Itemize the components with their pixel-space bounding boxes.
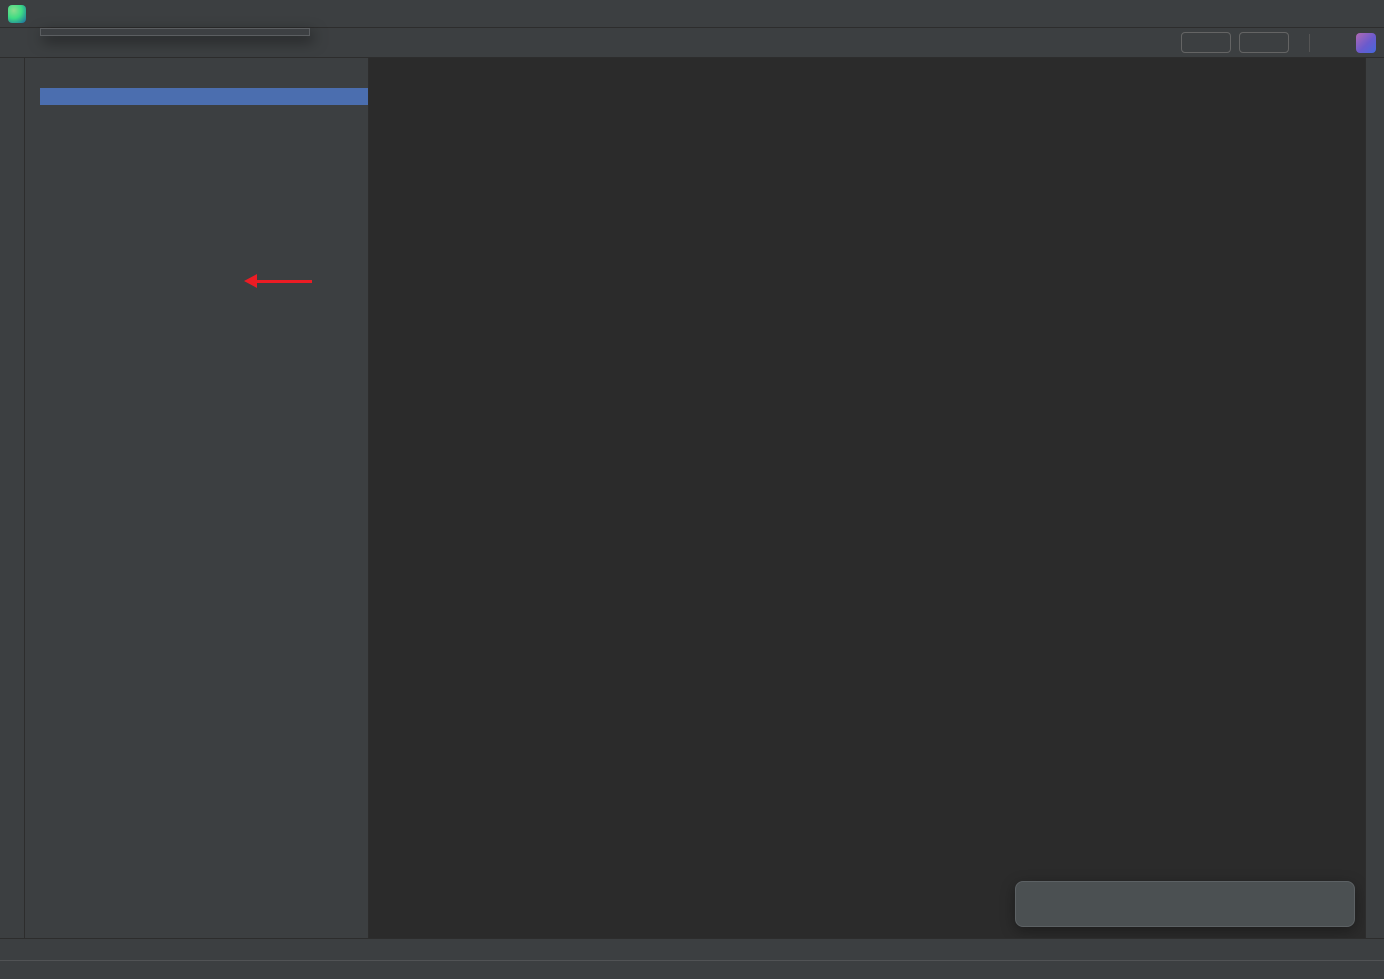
project-panel xyxy=(25,58,369,938)
user-avatar[interactable] xyxy=(1356,32,1376,53)
right-tool-stripe xyxy=(1365,58,1384,938)
device-selector[interactable] xyxy=(1239,32,1289,53)
arrow-head xyxy=(244,274,257,288)
build-wrench-icon[interactable] xyxy=(1149,31,1173,55)
titlebar xyxy=(0,0,1384,28)
android-icon xyxy=(1188,35,1203,50)
chevron-down-icon[interactable] xyxy=(28,90,40,102)
tool-window-bar xyxy=(0,938,1384,960)
file-menu xyxy=(40,28,310,36)
arrow-shaft xyxy=(257,279,312,283)
editor-area xyxy=(370,58,1364,938)
toolbar-actions xyxy=(1149,31,1384,55)
chevron-down-icon xyxy=(1271,37,1282,48)
run-config-selector[interactable] xyxy=(1181,32,1231,53)
phone-icon xyxy=(1246,35,1261,50)
statusbar xyxy=(0,960,1384,979)
project-panel-controls xyxy=(312,65,356,79)
notification-header xyxy=(1030,893,1340,908)
notification-balloon xyxy=(1015,881,1355,927)
left-tool-stripe xyxy=(0,58,25,938)
android-studio-logo-icon xyxy=(8,4,26,23)
toolbar-separator xyxy=(1309,33,1310,52)
chevron-down-icon xyxy=(1213,37,1224,48)
annotation-arrow xyxy=(244,274,312,288)
gear-icon[interactable] xyxy=(312,65,326,79)
android-studio-window xyxy=(0,0,1384,979)
project-tree-selected-row[interactable] xyxy=(40,88,368,105)
hide-panel-icon[interactable] xyxy=(342,65,356,79)
info-icon xyxy=(1030,893,1045,908)
